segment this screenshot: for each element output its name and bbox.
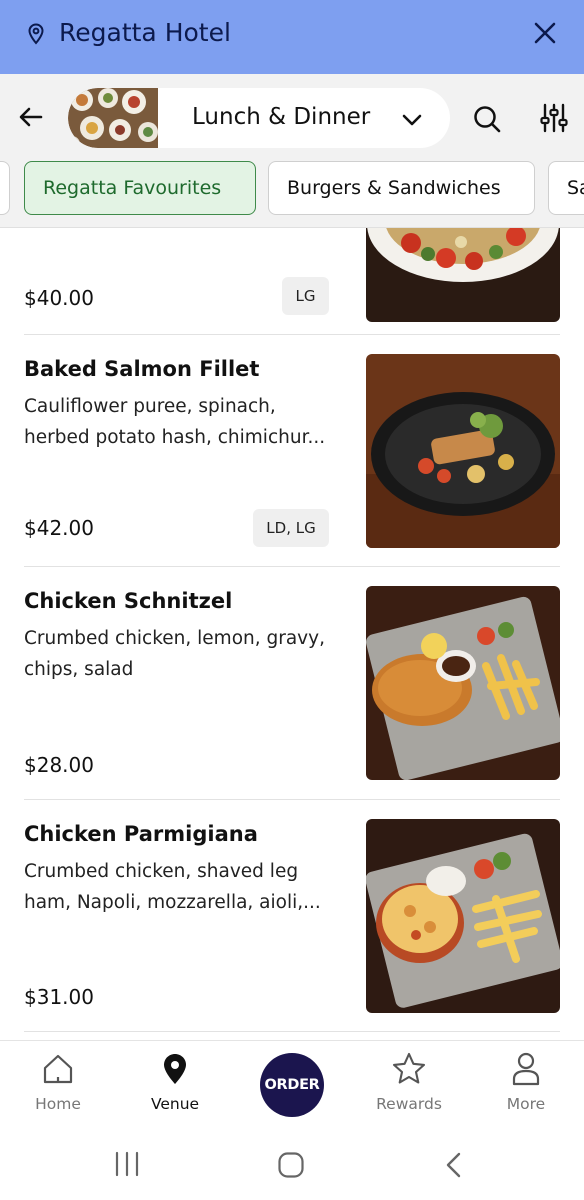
- item-description: Cauliflower puree, spinach, herbed potat…: [24, 396, 326, 448]
- recents-icon[interactable]: [113, 1151, 141, 1177]
- item-dietary-tag: LD, LG: [253, 509, 329, 547]
- star-icon: [392, 1052, 426, 1084]
- item-photo[interactable]: [366, 228, 560, 322]
- menu-items-list: $40.00 LG Baked Salmon Fillet Cauliflowe…: [0, 228, 584, 1040]
- menu-item[interactable]: $40.00 LG: [24, 228, 560, 322]
- filter-sliders-icon[interactable]: [538, 102, 570, 134]
- nav-home-label: Home: [35, 1095, 81, 1113]
- item-description: Crumbed chicken, lemon, gravy, chips, sa…: [24, 628, 325, 680]
- item-title: Chicken Parmigiana: [24, 822, 258, 846]
- system-back-icon[interactable]: [443, 1151, 465, 1179]
- item-divider: [24, 334, 560, 335]
- nav-venue[interactable]: Venue: [130, 1051, 220, 1121]
- menu-item[interactable]: Chicken Parmigiana Crumbed chicken, shav…: [24, 819, 560, 1013]
- nav-rewards-label: Rewards: [376, 1095, 442, 1113]
- search-icon[interactable]: [472, 104, 502, 134]
- item-divider: [24, 1031, 560, 1032]
- item-photo[interactable]: [366, 819, 560, 1013]
- item-divider: [24, 799, 560, 800]
- nav-more-label: More: [506, 1095, 546, 1113]
- close-icon[interactable]: [531, 19, 559, 47]
- menu-item[interactable]: Baked Salmon Fillet Cauliflower puree, s…: [24, 354, 560, 548]
- chevron-down-icon[interactable]: [400, 108, 424, 132]
- nav-more[interactable]: More: [481, 1051, 571, 1121]
- back-arrow-icon[interactable]: [16, 102, 46, 132]
- item-price: $31.00: [24, 985, 94, 1009]
- menu-selector[interactable]: Lunch & Dinner: [68, 88, 450, 148]
- system-nav-bar: [0, 1126, 584, 1200]
- home-circle-icon[interactable]: [277, 1151, 305, 1179]
- category-chip-regatta-favourites[interactable]: Regatta Favourites: [24, 161, 256, 215]
- item-price: $40.00: [24, 286, 94, 310]
- menu-item[interactable]: Chicken Schnitzel Crumbed chicken, lemon…: [24, 586, 560, 780]
- venue-name[interactable]: Regatta Hotel: [59, 16, 231, 50]
- home-icon: [43, 1054, 73, 1084]
- category-chips: Regatta Favourites Burgers & Sandwiches …: [0, 160, 584, 228]
- bottom-nav: Home Venue ORDER Rewards More: [0, 1040, 584, 1126]
- location-pin-icon: [28, 23, 44, 45]
- order-button[interactable]: ORDER: [260, 1053, 324, 1117]
- category-chip-burgers-sandwiches[interactable]: Burgers & Sandwiches: [268, 161, 535, 215]
- item-divider: [24, 566, 560, 567]
- venue-pin-icon: [164, 1054, 186, 1084]
- item-photo[interactable]: [366, 354, 560, 548]
- item-title: Baked Salmon Fillet: [24, 357, 260, 381]
- category-chip-next[interactable]: Sa: [548, 161, 584, 215]
- nav-home[interactable]: Home: [13, 1051, 103, 1121]
- item-description: Crumbed chicken, shaved leg ham, Napoli,…: [24, 861, 321, 913]
- item-price: $42.00: [24, 516, 94, 540]
- venue-banner: Regatta Hotel: [0, 0, 584, 74]
- item-title: Chicken Schnitzel: [24, 589, 233, 613]
- menu-header: Lunch & Dinner: [0, 74, 584, 160]
- nav-rewards[interactable]: Rewards: [364, 1051, 454, 1121]
- item-photo[interactable]: [366, 586, 560, 780]
- person-icon: [512, 1052, 540, 1086]
- nav-venue-label: Venue: [150, 1095, 200, 1113]
- menu-thumbnail: [68, 88, 158, 148]
- category-chip-previous[interactable]: [0, 161, 10, 215]
- menu-name: Lunch & Dinner: [192, 104, 371, 130]
- item-dietary-tag: LG: [282, 277, 329, 315]
- item-price: $28.00: [24, 753, 94, 777]
